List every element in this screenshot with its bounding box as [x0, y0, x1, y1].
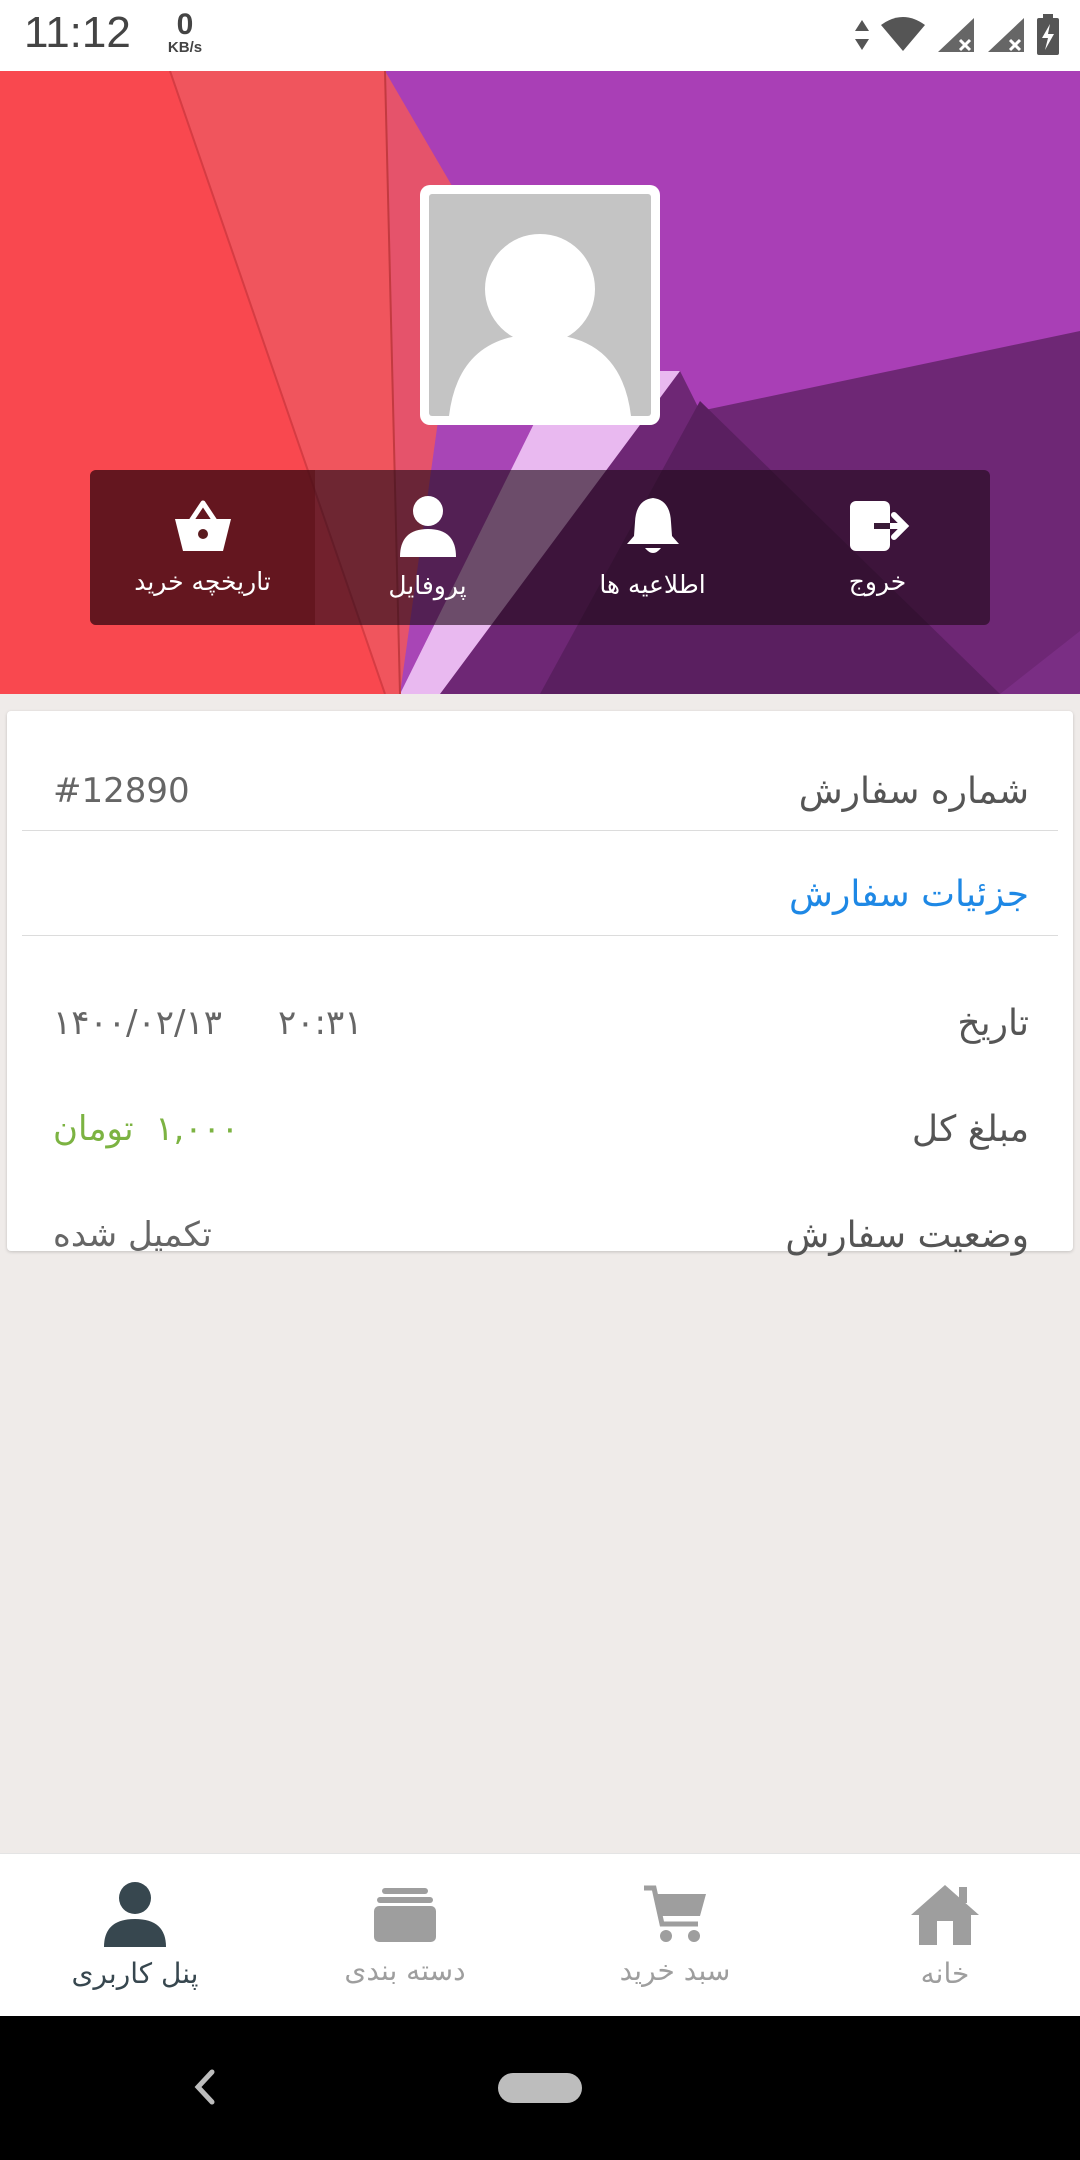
profile-action-bar: خروج اطلاعیه ها پروفایل تاریخچه خرید	[90, 470, 990, 625]
divider	[22, 935, 1058, 936]
battery-charging-icon	[1037, 14, 1059, 55]
network-speed-unit: KB/s	[167, 39, 203, 56]
order-details-link[interactable]: جزئیات سفارش	[789, 874, 1029, 915]
status-bar: 11:12 0 KB/s	[0, 0, 1080, 71]
order-datetime: ۱۴۰۰/۰۲/۱۳ ۲۰:۳۱	[53, 1003, 363, 1043]
nav-item-user-panel[interactable]: پنل کاربری	[0, 1854, 270, 2017]
profile-label: پروفایل	[388, 571, 467, 600]
avatar[interactable]	[420, 185, 660, 425]
network-speed: 0 KB/s	[160, 8, 210, 56]
notifications-label: اطلاعیه ها	[599, 570, 706, 599]
nav-label-cart: سبد خرید	[619, 1954, 731, 1987]
signal-x-icon	[988, 18, 1024, 52]
cart-icon	[644, 1885, 706, 1942]
person-icon	[399, 496, 456, 557]
order-status-label: وضعیت سفارش	[785, 1214, 1029, 1256]
order-card: شماره سفارش #12890 جزئیات سفارش تاریخ ۱۴…	[7, 711, 1073, 1256]
nav-item-categories[interactable]: دسته بندی	[270, 1854, 540, 2017]
order-details-row: جزئیات سفارش	[7, 864, 1073, 924]
basket-icon	[174, 500, 231, 551]
order-number-value: #12890	[53, 771, 190, 811]
order-number-row: شماره سفارش #12890	[7, 761, 1073, 821]
purchase-history-button[interactable]: تاریخچه خرید	[90, 470, 315, 625]
purchase-history-label: تاریخچه خرید	[134, 567, 271, 596]
home-icon	[911, 1885, 979, 1945]
order-date-value: ۱۴۰۰/۰۲/۱۳	[53, 1003, 223, 1043]
network-speed-value: 0	[176, 8, 194, 41]
signal-x-icon	[938, 18, 974, 52]
divider	[22, 830, 1058, 831]
profile-header: خروج اطلاعیه ها پروفایل تاریخچه خرید	[0, 71, 1080, 694]
nav-item-cart[interactable]: سبد خرید	[540, 1854, 810, 2017]
user-placeholder-icon	[429, 194, 651, 416]
nav-label-categories: دسته بندی	[344, 1954, 466, 1987]
user-icon	[104, 1882, 166, 1947]
stack-icon	[374, 1888, 436, 1942]
nav-label-home: خانه	[920, 1957, 970, 1990]
wifi-icon	[881, 17, 925, 51]
notifications-button[interactable]: اطلاعیه ها	[540, 470, 765, 625]
order-status-value: تکمیل شده	[53, 1215, 212, 1255]
bottom-navigation: خانه سبد خرید دسته بندی پنل کاربری	[0, 1853, 1080, 2017]
status-time: 11:12	[24, 8, 131, 57]
back-icon[interactable]	[190, 2062, 220, 2112]
profile-button[interactable]: پروفایل	[315, 470, 540, 625]
logout-button[interactable]: خروج	[765, 470, 990, 625]
logout-icon	[849, 501, 909, 551]
status-icons	[854, 12, 1060, 58]
order-number-label: شماره سفارش	[798, 770, 1029, 812]
nav-label-user-panel: پنل کاربری	[71, 1957, 199, 1990]
bell-icon	[626, 498, 679, 553]
nav-item-home[interactable]: خانه	[810, 1854, 1080, 2017]
order-total-label: مبلغ کل	[911, 1108, 1029, 1150]
order-total-value: ۱,۰۰۰ تومان	[53, 1109, 240, 1149]
order-total-row: مبلغ کل ۱,۰۰۰ تومان	[7, 1099, 1073, 1159]
order-time-value: ۲۰:۳۱	[278, 1003, 363, 1043]
logout-label: خروج	[848, 567, 907, 596]
order-date-row: تاریخ ۱۴۰۰/۰۲/۱۳ ۲۰:۳۱	[7, 993, 1073, 1053]
data-arrows-icon	[855, 20, 869, 50]
home-pill-button[interactable]	[498, 2073, 582, 2103]
system-navigation-bar	[0, 2016, 1080, 2160]
order-date-label: تاریخ	[957, 1002, 1029, 1044]
order-status-row: وضعیت سفارش تکمیل شده	[7, 1205, 1073, 1265]
